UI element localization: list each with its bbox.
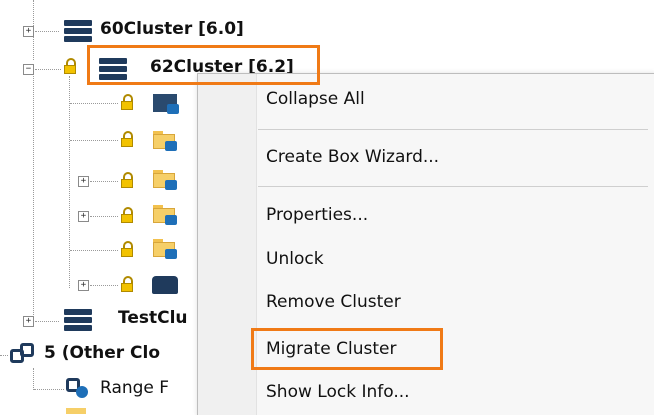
menu-item-properties[interactable]: Properties...	[266, 205, 368, 225]
database-folder-icon[interactable]	[153, 205, 177, 225]
tree-node-testclu[interactable]: TestClu	[118, 308, 188, 328]
menu-icon-gutter	[198, 74, 257, 415]
menu-item-create-box-wizard[interactable]: Create Box Wizard...	[266, 147, 439, 167]
tree-node-60cluster[interactable]: 60Cluster [6.0]	[100, 19, 244, 39]
expand-toggle-child[interactable]: +	[78, 211, 89, 222]
server-icon	[64, 20, 92, 42]
server-icon	[64, 309, 92, 331]
lock-icon	[121, 207, 133, 223]
tree-node-other-clusters[interactable]: 5 (Other Clo	[44, 343, 160, 363]
lock-icon	[121, 241, 133, 257]
settings-node-icon[interactable]	[153, 94, 179, 114]
lock-icon	[64, 58, 76, 74]
expand-toggle-child[interactable]: +	[78, 176, 89, 187]
collapse-toggle-62cluster[interactable]: −	[23, 64, 34, 75]
menu-item-unlock[interactable]: Unlock	[266, 249, 324, 269]
menu-item-remove-cluster[interactable]: Remove Cluster	[266, 292, 401, 312]
lock-icon	[121, 131, 133, 147]
folder-icon[interactable]	[153, 170, 177, 190]
lock-icon	[121, 94, 133, 110]
expand-toggle-testclu[interactable]: +	[23, 316, 34, 327]
highlight-migrate-cluster	[251, 328, 443, 370]
lock-icon	[121, 172, 133, 188]
lock-icon	[121, 276, 133, 292]
tools-folder-icon[interactable]	[153, 131, 177, 151]
cluster-group-icon	[10, 343, 36, 367]
storage-device-icon[interactable]	[152, 276, 178, 294]
menu-item-collapse-all[interactable]: Collapse All	[266, 89, 365, 109]
menu-separator	[258, 129, 648, 130]
menu-separator	[258, 186, 648, 187]
gear-icon	[66, 378, 90, 400]
expand-toggle-60cluster[interactable]: +	[23, 26, 34, 37]
menu-item-show-lock-info[interactable]: Show Lock Info...	[266, 382, 410, 402]
tree-node-range[interactable]: Range F	[100, 378, 169, 398]
highlight-62cluster	[87, 45, 320, 85]
image-folder-icon[interactable]	[153, 239, 177, 259]
expand-toggle-child[interactable]: +	[78, 280, 89, 291]
